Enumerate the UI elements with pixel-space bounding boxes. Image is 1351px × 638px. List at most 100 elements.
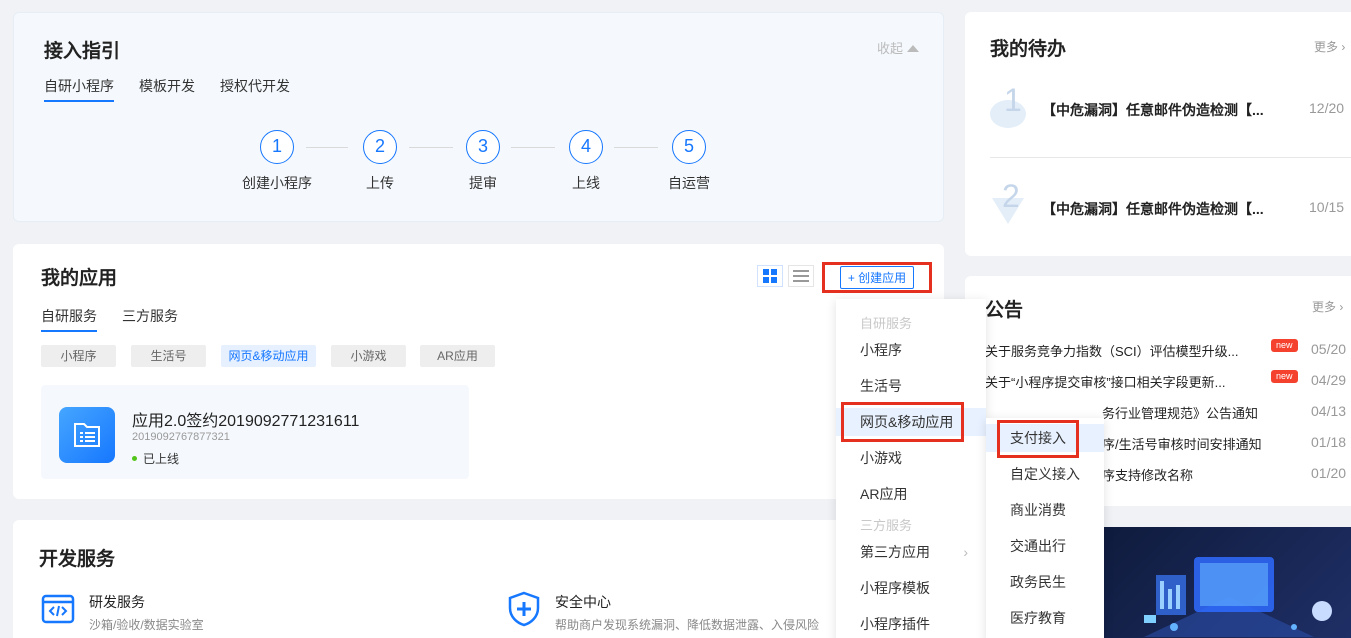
shield-plus-icon	[508, 591, 540, 627]
app-icon	[59, 407, 115, 463]
filter-minigame[interactable]: 小游戏	[331, 345, 406, 367]
apps-tabs: 自研服务 三方服务	[41, 306, 203, 332]
step-number: 2	[363, 130, 397, 164]
tab-authorized-dev[interactable]: 授权代开发	[220, 76, 290, 100]
filter-web-mobile[interactable]: 网页&移动应用	[221, 345, 316, 367]
step-label: 上传	[366, 175, 394, 191]
todo-more-label: 更多	[1314, 40, 1339, 54]
submenu-item-government[interactable]: 政务民生	[986, 568, 1104, 596]
step-5: 5 自运营	[644, 130, 734, 193]
chevron-right-icon: ›	[963, 544, 968, 560]
filter-miniapp[interactable]: 小程序	[41, 345, 116, 367]
notice-item-date: 01/18	[1311, 434, 1347, 450]
new-badge: new	[1271, 339, 1298, 352]
step-number: 5	[672, 130, 706, 164]
new-badge: new	[1271, 370, 1298, 383]
dropdown-item-ar[interactable]: AR应用	[836, 480, 986, 508]
dropdown-item-minigame[interactable]: 小游戏	[836, 444, 986, 472]
app-status: 已上线	[132, 450, 179, 467]
dev-title: 开发服务	[39, 549, 116, 570]
notice-item-text[interactable]: 序/生活号审核时间安排通知	[1102, 434, 1262, 453]
security-service-icon	[507, 591, 541, 632]
filter-ar[interactable]: AR应用	[420, 345, 495, 367]
notice-item-date: 04/13	[1311, 403, 1347, 419]
dropdown-item-lifestyle[interactable]: 生活号	[836, 372, 986, 400]
tab-self-developed-miniapp[interactable]: 自研小程序	[44, 76, 114, 102]
dropdown-item-third-party[interactable]: 第三方应用 ›	[836, 538, 986, 566]
rank-number: 2	[1002, 178, 1020, 214]
notice-item-text[interactable]: 关于“小程序提交审核”接口相关字段更新...	[985, 372, 1226, 391]
dropdown-group-label: 三方服务	[860, 518, 913, 533]
divider	[990, 157, 1351, 158]
tab-third-party-services[interactable]: 三方服务	[122, 306, 178, 330]
step-label: 上线	[572, 175, 600, 191]
submenu-item-transport[interactable]: 交通出行	[986, 532, 1104, 560]
step-label: 创建小程序	[242, 175, 312, 191]
todo-title: 我的待办	[990, 39, 1067, 60]
create-app-label: + 创建应用	[839, 266, 915, 289]
notice-item-text[interactable]: 关于服务竞争力指数（SCI）评估模型升级...	[985, 341, 1239, 360]
caret-up-icon	[907, 45, 920, 52]
collapse-label: 收起	[877, 41, 904, 56]
guide-tabs: 自研小程序 模板开发 授权代开发	[44, 76, 315, 102]
tab-self-services[interactable]: 自研服务	[41, 306, 97, 332]
create-app-button[interactable]: + 创建应用	[822, 262, 932, 293]
code-window-icon	[41, 594, 75, 624]
todo-item-date: 12/20	[1309, 100, 1345, 116]
app-id: 2019092767877321	[132, 431, 230, 443]
list-view-button[interactable]	[788, 265, 814, 287]
collapse-toggle[interactable]: 收起	[877, 38, 920, 57]
security-service-desc: 帮助商户发现系统漏洞、降低数据泄露、入侵风险	[555, 618, 820, 632]
create-app-dropdown: 自研服务 小程序 生活号 网页&移动应用 小游戏 AR应用 三方服务 第三方应用…	[836, 299, 986, 638]
notice-title: 公告	[985, 300, 1024, 321]
rank-number: 1	[1004, 82, 1022, 118]
notice-item-date: 04/29	[1311, 372, 1347, 388]
step-number: 1	[260, 130, 294, 164]
step-1: 1 创建小程序	[232, 130, 322, 193]
list-icon	[793, 270, 809, 282]
step-2: 2 上传	[335, 130, 425, 193]
notice-item-date: 05/20	[1311, 341, 1347, 357]
submenu-item-medical[interactable]: 医疗教育	[986, 604, 1104, 632]
dropdown-item-template[interactable]: 小程序模板	[836, 574, 986, 602]
step-number: 4	[569, 130, 603, 164]
dropdown-item-label: 第三方应用	[860, 544, 930, 560]
dropdown-group-label: 自研服务	[860, 316, 913, 331]
grid-icon	[763, 269, 777, 283]
security-service-name[interactable]: 安全中心	[555, 592, 611, 612]
step-label: 提审	[469, 175, 497, 191]
todo-more-link[interactable]: 更多 ›	[1314, 38, 1345, 55]
submenu-item-commerce[interactable]: 商业消费	[986, 496, 1104, 524]
guide-title: 接入指引	[44, 41, 121, 62]
dropdown-item-miniapp[interactable]: 小程序	[836, 336, 986, 364]
promo-banner[interactable]	[1104, 527, 1351, 638]
step-3: 3 提审	[438, 130, 528, 193]
step-4: 4 上线	[541, 130, 631, 193]
notice-item-text[interactable]: 序支持修改名称	[1102, 465, 1193, 484]
todo-item-text[interactable]: 【中危漏洞】任意邮件伪造检测【...	[1042, 100, 1264, 120]
rd-service-desc: 沙箱/验收/数据实验室	[89, 618, 204, 632]
app-list-item[interactable]: 应用2.0签约2019092771231611 2019092767877321…	[41, 385, 469, 479]
status-text: 已上线	[143, 452, 180, 466]
rd-service-name[interactable]: 研发服务	[89, 592, 145, 612]
step-number: 3	[466, 130, 500, 164]
tech-illustration-icon	[1144, 557, 1332, 637]
dropdown-item-plugin[interactable]: 小程序插件	[836, 610, 986, 638]
todo-item-text[interactable]: 【中危漏洞】任意邮件伪造检测【...	[1042, 199, 1264, 219]
document-list-icon	[74, 423, 100, 447]
notice-more-label: 更多	[1312, 300, 1337, 314]
app-name: 应用2.0签约2019092771231611	[132, 413, 360, 430]
notice-item-date: 01/20	[1311, 465, 1347, 481]
step-label: 自运营	[668, 175, 710, 191]
filter-lifestyle[interactable]: 生活号	[131, 345, 206, 367]
todo-item-date: 10/15	[1309, 199, 1345, 215]
highlight-box	[997, 420, 1079, 458]
highlight-box	[841, 402, 964, 442]
grid-view-button[interactable]	[757, 265, 783, 287]
apps-title: 我的应用	[41, 268, 118, 289]
rd-service-icon	[41, 592, 75, 631]
submenu-item-custom[interactable]: 自定义接入	[986, 460, 1104, 488]
notice-more-link[interactable]: 更多 ›	[1312, 298, 1343, 315]
tab-template-dev[interactable]: 模板开发	[139, 76, 195, 100]
notice-item-text[interactable]: 务行业管理规范》公告通知	[1102, 403, 1258, 422]
